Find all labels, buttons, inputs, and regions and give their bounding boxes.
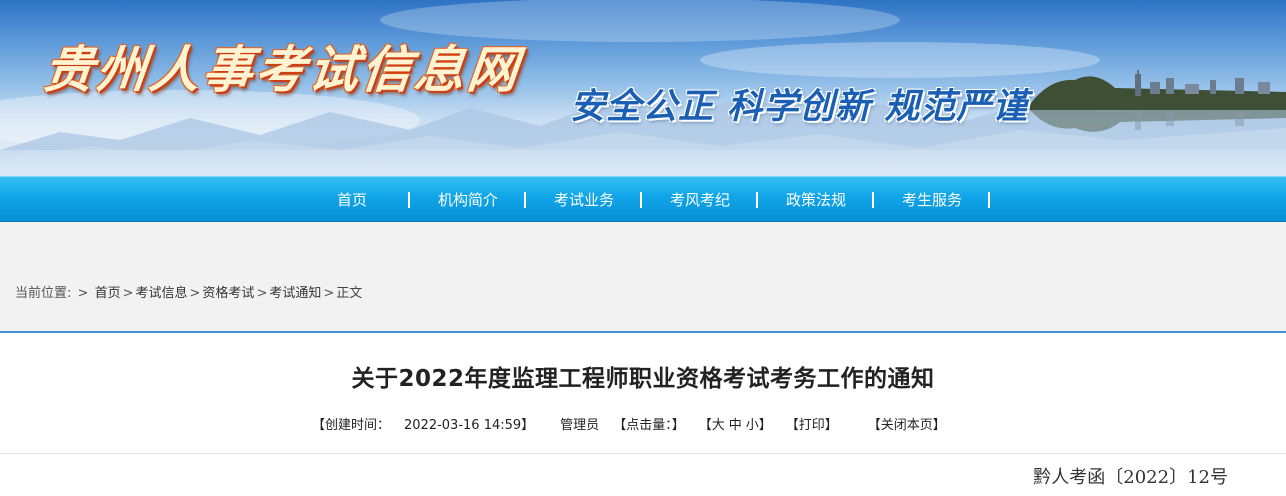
created-label: 【创建时间： <box>312 418 391 433</box>
breadcrumb-separator: > <box>122 286 134 301</box>
author: 管理员 <box>560 418 600 433</box>
font-size-medium-button[interactable]: 中 <box>729 414 742 433</box>
breadcrumb-separator: > <box>77 286 89 301</box>
article-meta: 【创建时间： 2022-03-16 14:59】 管理员 【点击量：】 【大中小】 【打印… <box>312 414 946 433</box>
nav-item-exam-business[interactable]: 考试业务 <box>526 177 642 223</box>
nav-item-about[interactable]: 机构简介 <box>410 177 526 223</box>
breadcrumb-qualification-exam-link[interactable]: 资格考试 <box>202 286 254 301</box>
nav-item-home[interactable]: 首页 <box>294 177 410 223</box>
document-number: 黔人考函〔2022〕12号 <box>1033 467 1228 488</box>
font-size-small-button[interactable]: 小 <box>746 414 759 433</box>
site-banner: 贵州人事考试信息网 安全公正 科学创新 规范严谨 <box>0 0 1286 176</box>
breadcrumb-separator: > <box>256 286 268 301</box>
breadcrumb-bar: 当前位置: > 首页 > 考试信息 > 资格考试 > 考试通知 > 正文 <box>0 222 1286 332</box>
meta-divider <box>0 453 1286 454</box>
breadcrumb-exam-info-link[interactable]: 考试信息 <box>136 286 188 301</box>
breadcrumb-separator: > <box>189 286 201 301</box>
font-size-large-button[interactable]: 大 <box>712 414 725 433</box>
nav-item-exam-discipline[interactable]: 考风考纪 <box>642 177 758 223</box>
font-size-close-bracket: 】 <box>758 418 772 433</box>
nav-list: 首页 机构简介 考试业务 考风考纪 政策法规 考生服务 <box>294 177 990 223</box>
article-panel: 关于2022年度监理工程师职业资格考试考务工作的通知 【创建时间： 2022-03… <box>0 331 1286 496</box>
site-title: 贵州人事考试信息网 <box>40 40 524 99</box>
click-count: 【点击量：】 <box>613 418 685 433</box>
nav-item-candidate-services[interactable]: 考生服务 <box>874 177 990 223</box>
breadcrumb-home-link[interactable]: 首页 <box>95 286 121 301</box>
close-page-button[interactable]: 【关闭本页】 <box>868 414 946 433</box>
breadcrumb-separator: > <box>323 286 335 301</box>
breadcrumb-label: 当前位置: <box>15 286 72 301</box>
site-slogan: 安全公正 科学创新 规范严谨 <box>570 86 1029 127</box>
breadcrumb: 当前位置: > 首页 > 考试信息 > 资格考试 > 考试通知 > 正文 <box>15 282 362 301</box>
created-value: 2022-03-16 14:59】 <box>404 418 535 433</box>
nav-item-policies[interactable]: 政策法规 <box>758 177 874 223</box>
font-size-open-bracket: 【 <box>698 418 712 433</box>
breadcrumb-exam-notice-link[interactable]: 考试通知 <box>269 286 321 301</box>
article-title: 关于2022年度监理工程师职业资格考试考务工作的通知 <box>351 366 935 392</box>
breadcrumb-current: 正文 <box>336 286 363 301</box>
main-nav: 首页 机构简介 考试业务 考风考纪 政策法规 考生服务 <box>0 176 1286 222</box>
print-button[interactable]: 【打印】 <box>786 414 838 433</box>
